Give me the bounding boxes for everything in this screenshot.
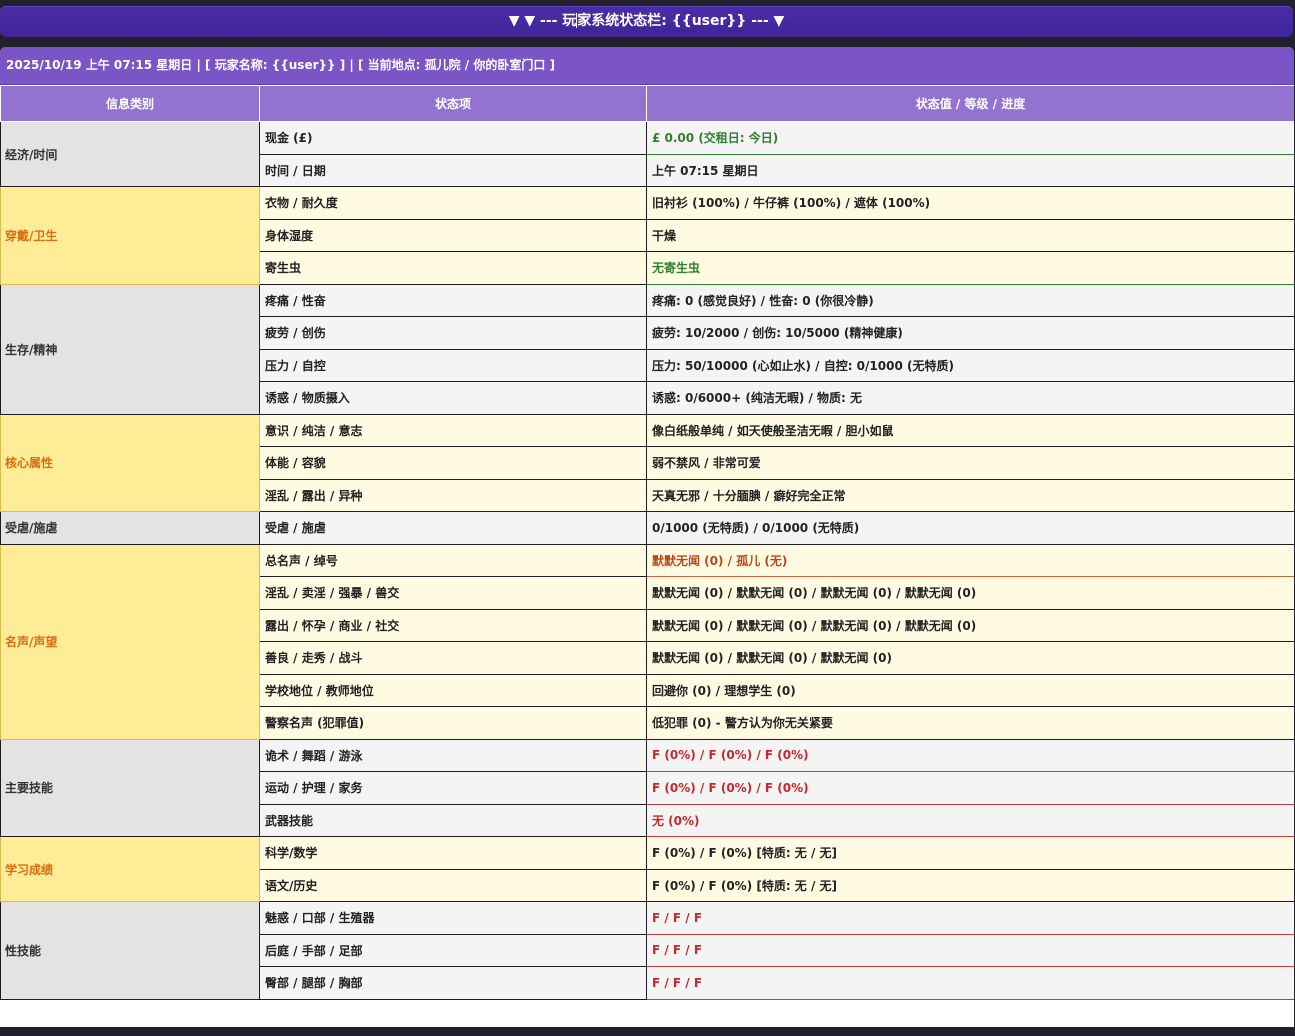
status-value-cell: 疲劳: 10/2000 / 创伤: 10/5000 (精神健康) — [646, 316, 1294, 350]
table-row: 主要技能 诡术 / 舞蹈 / 游泳 F (0%) / F (0%) / F (0%) — [0, 738, 1294, 837]
status-value-cell: 无 (0%) — [646, 803, 1294, 837]
category-cell: 学习成绩 — [0, 836, 260, 902]
category-cell: 主要技能 — [0, 738, 260, 837]
table-row: 经济/时间 现金 (£) £ 0.00 (交租日: 今日) — [0, 121, 1294, 187]
status-item-cell: 后庭 / 手部 / 足部 — [259, 933, 647, 967]
status-value-cell: 疼痛: 0 (感觉良好) / 性奋: 0 (你很冷静) — [646, 283, 1294, 317]
status-item-cell: 善良 / 走秀 / 战斗 — [259, 641, 647, 675]
status-value-cell: 低犯罪 (0) - 警方认为你无关紧要 — [646, 706, 1294, 740]
status-value-cell: 天真无邪 / 十分腼腆 / 癖好完全正常 — [646, 478, 1294, 512]
table-row: 穿戴/卫生 衣物 / 耐久度 旧衬衫 (100%) / 牛仔裤 (100%) / 遮… — [0, 186, 1294, 285]
table-row: 学习成绩 科学/数学 F (0%) / F (0%) [特质: 无 / 无] — [0, 836, 1294, 902]
status-item-cell: 淫乱 / 露出 / 异种 — [259, 478, 647, 512]
status-item-cell: 露出 / 怀孕 / 商业 / 社交 — [259, 608, 647, 642]
status-value-cell: 默默无闻 (0) / 孤儿 (无) — [646, 543, 1294, 577]
status-item-cell: 语文/历史 — [259, 868, 647, 902]
header-value: 状态值 / 等级 / 进度 — [646, 85, 1294, 122]
status-item-cell: 魅惑 / 口部 / 生殖器 — [259, 901, 647, 935]
status-value-cell: F / F / F — [646, 901, 1294, 935]
status-value-cell: F / F / F — [646, 966, 1294, 1000]
status-bar-title: ▼ ▼ --- 玩家系统状态栏: {{user}} --- ▼ — [0, 6, 1293, 37]
status-item-cell: 寄生虫 — [259, 251, 647, 285]
status-value-cell: F (0%) / F (0%) [特质: 无 / 无] — [646, 836, 1294, 870]
status-value-cell: 默默无闻 (0) / 默默无闻 (0) / 默默无闻 (0) / 默默无闻 (0… — [646, 608, 1294, 642]
table-row: 生存/精神 疼痛 / 性奋 疼痛: 0 (感觉良好) / 性奋: 0 (你很冷静) — [0, 283, 1294, 415]
header-category: 信息类别 — [0, 85, 260, 122]
table-row: 受虐/施虐 受虐 / 施虐 0/1000 (无特质) / 0/1000 (无特质) — [0, 511, 1294, 545]
category-cell: 穿戴/卫生 — [0, 186, 260, 285]
status-item-cell: 时间 / 日期 — [259, 153, 647, 187]
status-table: 信息类别 状态项 状态值 / 等级 / 进度 经济/时间 现金 (£) £ 0.00… — [0, 85, 1294, 1000]
category-cell: 性技能 — [0, 901, 260, 1000]
status-value-cell: 干燥 — [646, 218, 1294, 252]
status-value-cell: 弱不禁风 / 非常可爱 — [646, 446, 1294, 480]
status-item-cell: 淫乱 / 卖淫 / 强暴 / 兽交 — [259, 576, 647, 610]
header-item: 状态项 — [259, 85, 647, 122]
status-value-cell: F (0%) / F (0%) / F (0%) — [646, 738, 1294, 772]
status-item-cell: 现金 (£) — [259, 121, 647, 155]
status-value-cell: 压力: 50/10000 (心如止水) / 自控: 0/1000 (无特质) — [646, 348, 1294, 382]
status-item-cell: 科学/数学 — [259, 836, 647, 870]
status-item-cell: 诡术 / 舞蹈 / 游泳 — [259, 738, 647, 772]
status-value-cell: 默默无闻 (0) / 默默无闻 (0) / 默默无闻 (0) — [646, 641, 1294, 675]
status-item-cell: 疼痛 / 性奋 — [259, 283, 647, 317]
table-header-row: 信息类别 状态项 状态值 / 等级 / 进度 — [0, 85, 1294, 122]
status-panel: 2025/10/19 上午 07:15 星期日 | [ 玩家名称: {{user… — [0, 47, 1294, 1027]
status-value-cell: 像白纸般单纯 / 如天使般圣洁无暇 / 胆小如鼠 — [646, 413, 1294, 447]
status-value-cell: 无寄生虫 — [646, 251, 1294, 285]
status-value-cell: F / F / F — [646, 933, 1294, 967]
status-value-cell: F (0%) / F (0%) [特质: 无 / 无] — [646, 868, 1294, 902]
category-cell: 经济/时间 — [0, 121, 260, 187]
table-row: 名声/声望 总名声 / 绰号 默默无闻 (0) / 孤儿 (无) — [0, 543, 1294, 740]
status-item-cell: 警察名声 (犯罪值) — [259, 706, 647, 740]
status-item-cell: 身体湿度 — [259, 218, 647, 252]
category-cell: 核心属性 — [0, 413, 260, 512]
table-row: 性技能 魅惑 / 口部 / 生殖器 F / F / F — [0, 901, 1294, 1000]
status-item-cell: 臀部 / 腿部 / 胸部 — [259, 966, 647, 1000]
status-bar-title-prefix: ▼ ▼ --- 玩 — [508, 13, 577, 29]
status-value-cell: 诱惑: 0/6000+ (纯洁无暇) / 物质: 无 — [646, 381, 1294, 415]
status-item-cell: 意识 / 纯洁 / 意志 — [259, 413, 647, 447]
status-value-cell: 0/1000 (无特质) / 0/1000 (无特质) — [646, 511, 1294, 545]
status-value-cell: 上午 07:15 星期日 — [646, 153, 1294, 187]
status-item-cell: 运动 / 护理 / 家务 — [259, 771, 647, 805]
status-item-cell: 压力 / 自控 — [259, 348, 647, 382]
status-item-cell: 总名声 / 绰号 — [259, 543, 647, 577]
status-value-cell: F (0%) / F (0%) / F (0%) — [646, 771, 1294, 805]
table-row: 核心属性 意识 / 纯洁 / 意志 像白纸般单纯 / 如天使般圣洁无暇 / 胆小如鼠 — [0, 413, 1294, 512]
category-cell: 生存/精神 — [0, 283, 260, 415]
category-cell: 名声/声望 — [0, 543, 260, 740]
status-item-cell: 体能 / 容貌 — [259, 446, 647, 480]
category-cell: 受虐/施虐 — [0, 511, 260, 545]
info-bar: 2025/10/19 上午 07:15 星期日 | [ 玩家名称: {{user… — [0, 47, 1294, 85]
status-value-cell: £ 0.00 (交租日: 今日) — [646, 121, 1294, 155]
status-item-cell: 受虐 / 施虐 — [259, 511, 647, 545]
status-value-cell: 回避你 (0) / 理想学生 (0) — [646, 673, 1294, 707]
status-table-body: 经济/时间 现金 (£) £ 0.00 (交租日: 今日) 时间 / 日期 上午 07:… — [0, 121, 1294, 1000]
status-item-cell: 武器技能 — [259, 803, 647, 837]
status-item-cell: 疲劳 / 创伤 — [259, 316, 647, 350]
status-item-cell: 衣物 / 耐久度 — [259, 186, 647, 220]
status-item-cell: 诱惑 / 物质摄入 — [259, 381, 647, 415]
status-value-cell: 默默无闻 (0) / 默默无闻 (0) / 默默无闻 (0) / 默默无闻 (0… — [646, 576, 1294, 610]
status-item-cell: 学校地位 / 教师地位 — [259, 673, 647, 707]
status-value-cell: 旧衬衫 (100%) / 牛仔裤 (100%) / 遮体 (100%) — [646, 186, 1294, 220]
status-bar-title-suffix: 家系统状态栏: {{user}} --- ▼ — [577, 13, 785, 29]
